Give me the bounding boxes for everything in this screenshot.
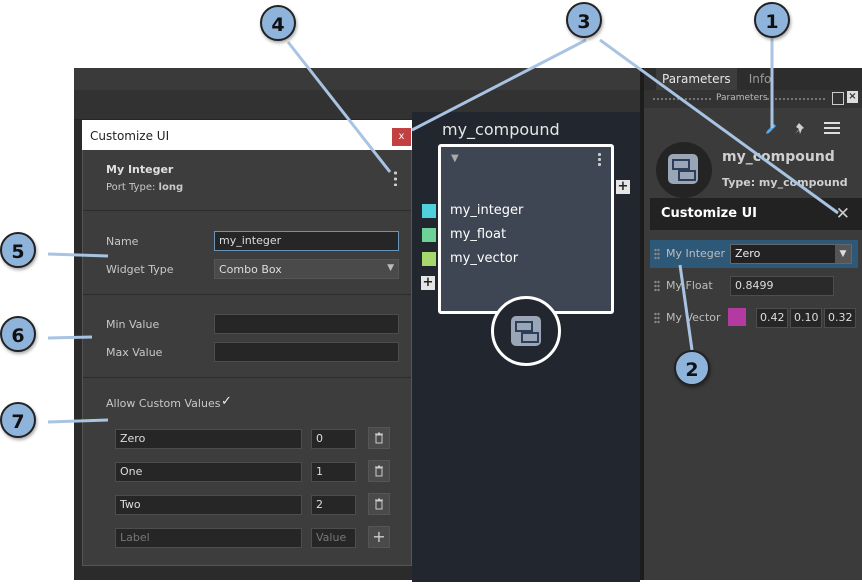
callout-1: 1 bbox=[754, 2, 790, 38]
callout-6: 6 bbox=[0, 316, 36, 352]
callout-3: 3 bbox=[566, 2, 602, 38]
callout-4: 4 bbox=[260, 5, 296, 41]
callout-line-2 bbox=[678, 264, 694, 351]
callout-line-6 bbox=[47, 335, 93, 340]
callout-line-3b bbox=[599, 38, 839, 215]
callout-line-4 bbox=[286, 41, 392, 173]
callout-line-3a bbox=[411, 38, 587, 132]
callout-line-7 bbox=[47, 418, 109, 424]
callout-2: 2 bbox=[674, 350, 710, 386]
callout-lines bbox=[47, 38, 839, 424]
callout-5: 5 bbox=[0, 232, 36, 268]
callout-7: 7 bbox=[0, 402, 36, 438]
callout-line-5 bbox=[47, 252, 109, 258]
